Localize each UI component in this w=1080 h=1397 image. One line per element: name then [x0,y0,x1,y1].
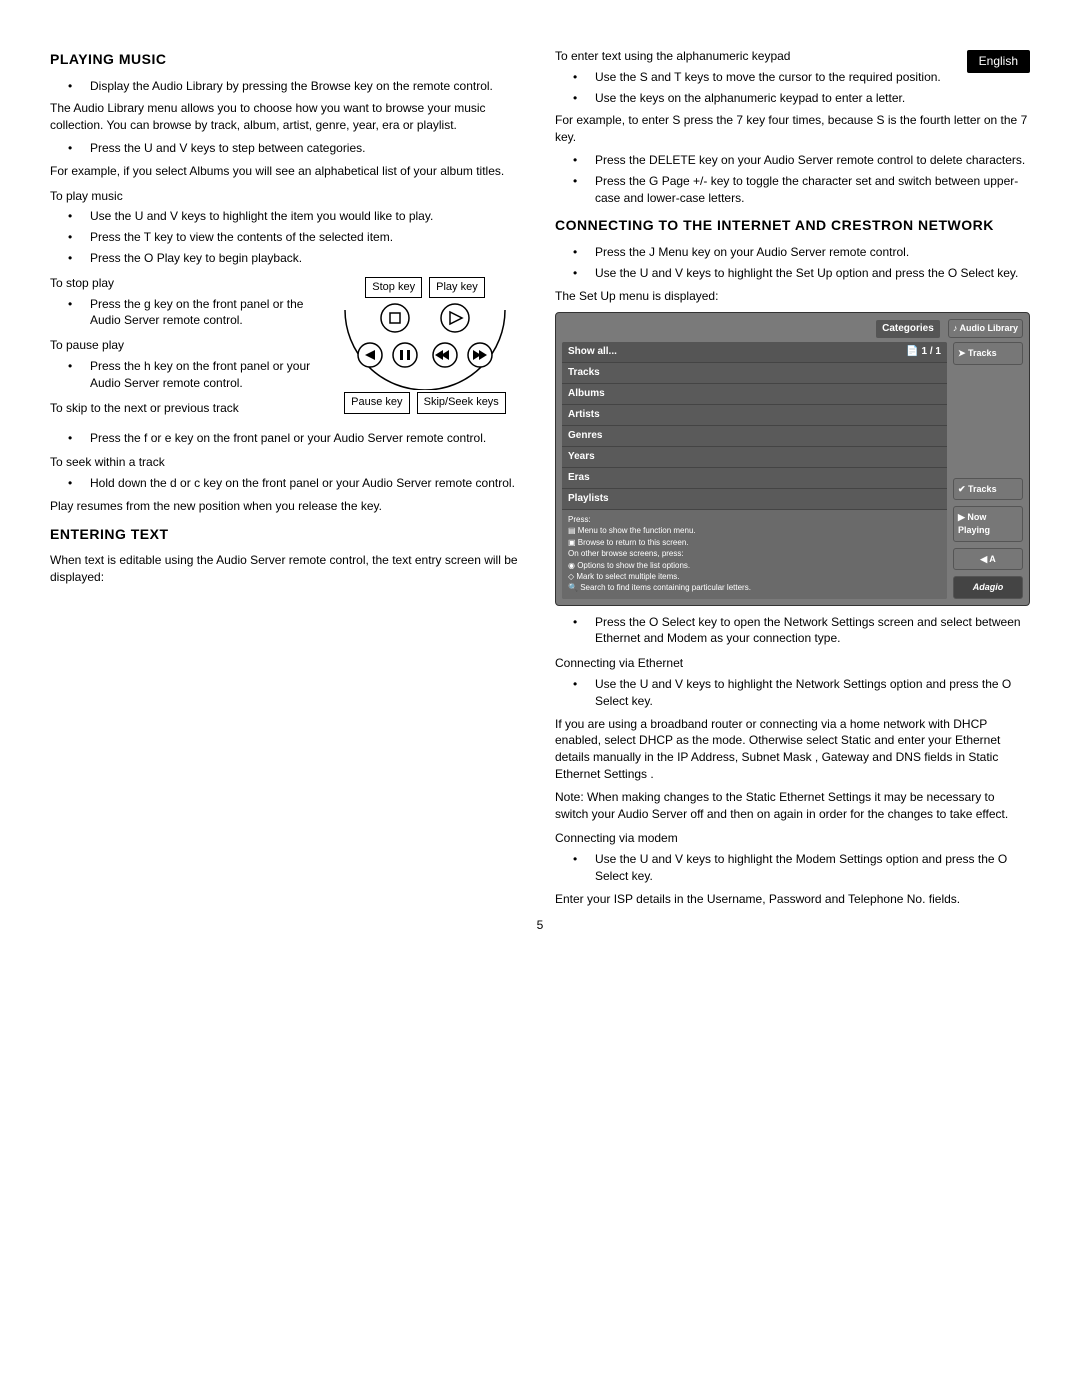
screenshot-help-panel: Press: ▤ Menu to show the function menu.… [562,509,947,599]
right-column: To enter text using the alphanumeric key… [555,40,1030,914]
heading-connecting: CONNECTING TO THE INTERNET AND CRESTRON … [555,216,1030,236]
para-setup-displayed: The Set Up menu is displayed: [555,288,1030,305]
screenshot-help-options: ◉ Options to show the list options. [568,561,941,571]
setup-menu-screenshot: Categories ♪ Audio Library Show all... 📄… [555,312,1030,605]
bullet-modem-highlight: Use the U and V keys to highlight the Mo… [583,851,1030,885]
bullet-pause-key: Press the h key on the front panel or yo… [78,358,525,392]
bullet-enter-letter: Use the keys on the alphanumeric keypad … [583,90,1030,107]
label-pause-key: Pause key [344,392,409,413]
screenshot-help-other: On other browse screens, press: [568,549,941,559]
subhead-via-modem: Connecting via modem [555,830,1030,847]
screenshot-row-genres: Genres [562,425,947,446]
screenshot-list-panel: Show all... 📄 1 / 1 Tracks Albums Artist… [562,342,947,599]
screenshot-now-playing: ▶ Now Playing [953,506,1023,541]
para-albums-example: For example, if you select Albums you wi… [50,163,525,180]
screenshot-row-eras: Eras [562,467,947,488]
bullet-setup-highlight: Use the U and V keys to highlight the Se… [583,265,1030,282]
bullet-ethernet-highlight: Use the U and V keys to highlight the Ne… [583,676,1030,710]
screenshot-help-menu: ▤ Menu to show the function menu. [568,526,941,536]
subhead-to-play: To play music [50,188,525,205]
screenshot-row-tracks: Tracks [562,362,947,383]
screenshot-adagio-logo: Adagio [953,576,1023,599]
screenshot-categories-label: Categories [876,320,940,338]
bullet-seek-key: Hold down the d or c key on the front pa… [78,475,525,492]
heading-playing-music: PLAYING MUSIC [50,50,525,70]
screenshot-help-browse: ▣ Browse to return to this screen. [568,538,941,548]
bullet-skip-key: Press the f or e key on the front panel … [78,430,525,447]
screenshot-help-search: 🔍 Search to find items containing partic… [568,583,941,593]
bullet-highlight-item: Use the U and V keys to highlight the it… [78,208,525,225]
screenshot-audio-library-badge: ♪ Audio Library [948,319,1023,338]
bullet-view-contents: Press the T key to view the contents of … [78,229,525,246]
screenshot-help-press: Press: [568,515,941,525]
bullet-menu-key: Press the J Menu key on your Audio Serve… [583,244,1030,261]
bullet-play-key: Press the O Play key to begin playback. [78,250,525,267]
para-isp-details: Enter your ISP details in the Username, … [555,891,1030,908]
screenshot-row-albums: Albums [562,383,947,404]
page-number: 5 [537,917,544,934]
bullet-open-network: Press the O Select key to open the Netwo… [583,614,1030,648]
screenshot-row-years: Years [562,446,947,467]
bullet-page-pm: Press the G Page +/- key to toggle the c… [583,173,1030,207]
page-content: PLAYING MUSIC Display the Audio Library … [50,40,1030,914]
left-column: PLAYING MUSIC Display the Audio Library … [50,40,525,914]
subhead-via-ethernet: Connecting via Ethernet [555,655,1030,672]
bullet-delete-key: Press the DELETE key on your Audio Serve… [583,152,1030,169]
para-dhcp: If you are using a broadband router or c… [555,716,1030,783]
screenshot-tracks-check: ✔ Tracks [953,478,1023,501]
heading-entering-text: ENTERING TEXT [50,525,525,545]
bullet-stop-key: Press the g key on the front panel or th… [78,296,525,330]
para-example-7key: For example, to enter S press the 7 key … [555,112,1030,146]
bullet-display-library: Display the Audio Library by pressing th… [78,78,525,95]
label-skip-keys: Skip/Seek keys [417,392,506,413]
para-resume: Play resumes from the new position when … [50,498,525,515]
para-note-static: Note: When making changes to the Static … [555,789,1030,823]
screenshot-row-artists: Artists [562,404,947,425]
screenshot-tracks-button: ➤ Tracks [953,342,1023,365]
subhead-enter-keypad: To enter text using the alphanumeric key… [555,48,1030,65]
para-entering-text: When text is editable using the Audio Se… [50,552,525,586]
bullet-move-cursor: Use the S and T keys to move the cursor … [583,69,1030,86]
bullet-step-categories: Press the U and V keys to step between c… [78,140,525,157]
para-library-menu: The Audio Library menu allows you to cho… [50,100,525,134]
subhead-to-seek: To seek within a track [50,454,525,471]
screenshot-page-indicator: 📄 1 / 1 [906,345,941,359]
screenshot-show-all: Show all... [568,345,617,359]
screenshot-row-playlists: Playlists [562,488,947,509]
screenshot-help-mark: ◇ Mark to select multiple items. [568,572,941,582]
screenshot-a-button: ◀ A [953,548,1023,571]
